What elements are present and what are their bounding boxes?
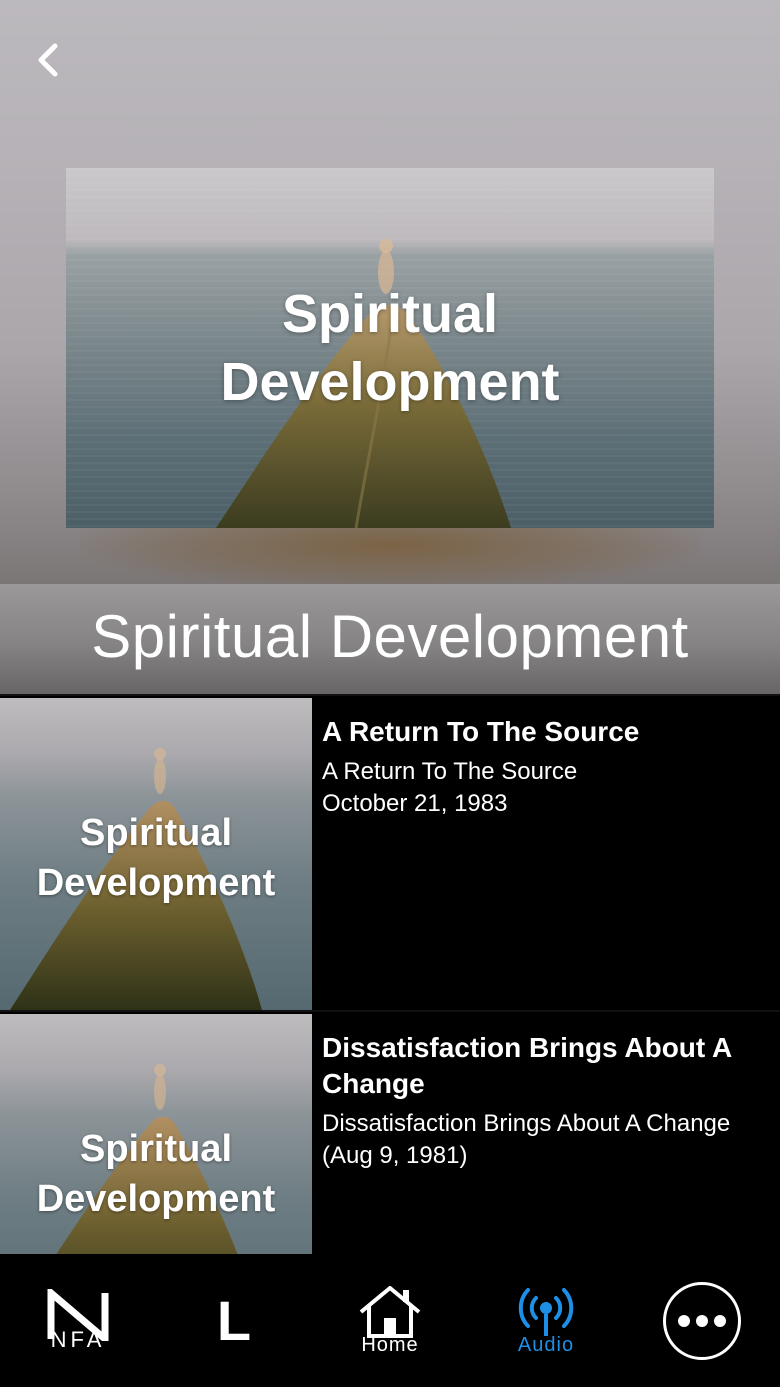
tab-home[interactable]: Home (312, 1254, 468, 1387)
tab-audio[interactable]: Audio (468, 1254, 624, 1387)
home-icon (359, 1286, 421, 1338)
item-title: Dissatisfaction Brings About A Change (322, 1032, 732, 1099)
tab-nfa-label: NFA (50, 1326, 106, 1352)
item-subtitle: A Return To The Source October 21, 1983 (322, 758, 578, 817)
item-thumbnail: Spiritual Development (0, 698, 312, 1010)
back-button[interactable] (24, 36, 72, 84)
header-hero: Spiritual Development (0, 0, 780, 584)
thumbnail-title-line2: Development (36, 862, 276, 904)
more-dots-icon (663, 1281, 741, 1360)
cover-title-line1: Spiritual (281, 284, 499, 344)
list-item[interactable]: Spiritual Development A Return To The So… (0, 694, 780, 1012)
tab-nfa[interactable]: NFA (0, 1254, 156, 1387)
cover-title: Spiritual Development (66, 280, 714, 416)
tab-audio-label: Audio (517, 1334, 575, 1356)
section-title-band: Spiritual Development (0, 584, 780, 694)
item-subtitle: Dissatisfaction Brings About A Change (A… (322, 1110, 731, 1169)
item-title: A Return To The Source (322, 716, 640, 747)
list-item[interactable]: Spiritual Development Dissatisfaction Br… (0, 1010, 780, 1254)
thumbnail-title-line1: Spiritual (79, 1128, 233, 1170)
tab-bar: NFA L Home Audio (0, 1254, 780, 1387)
episode-list: Spiritual Development A Return To The So… (0, 694, 780, 1254)
thumbnail-title: Spiritual Development (0, 808, 312, 908)
item-text: A Return To The Source A Return To The S… (322, 714, 760, 820)
tab-home-label: Home (361, 1334, 419, 1356)
thumbnail-title-line2: Development (36, 1178, 276, 1220)
broadcast-icon (518, 1288, 574, 1336)
tab-more[interactable] (624, 1254, 780, 1387)
chevron-left-icon (38, 43, 58, 77)
section-title: Spiritual Development (91, 602, 689, 670)
thumbnail-title: Spiritual Development (0, 1124, 312, 1224)
cover-image: Spiritual Development (66, 168, 714, 528)
item-text: Dissatisfaction Brings About A Change Di… (322, 1030, 760, 1172)
thumbnail-title-line1: Spiritual (79, 812, 233, 854)
l-logo-icon: L (216, 1288, 252, 1352)
tab-l[interactable]: L (156, 1254, 312, 1387)
item-thumbnail: Spiritual Development (0, 1014, 312, 1254)
cover-title-line2: Development (220, 352, 560, 412)
